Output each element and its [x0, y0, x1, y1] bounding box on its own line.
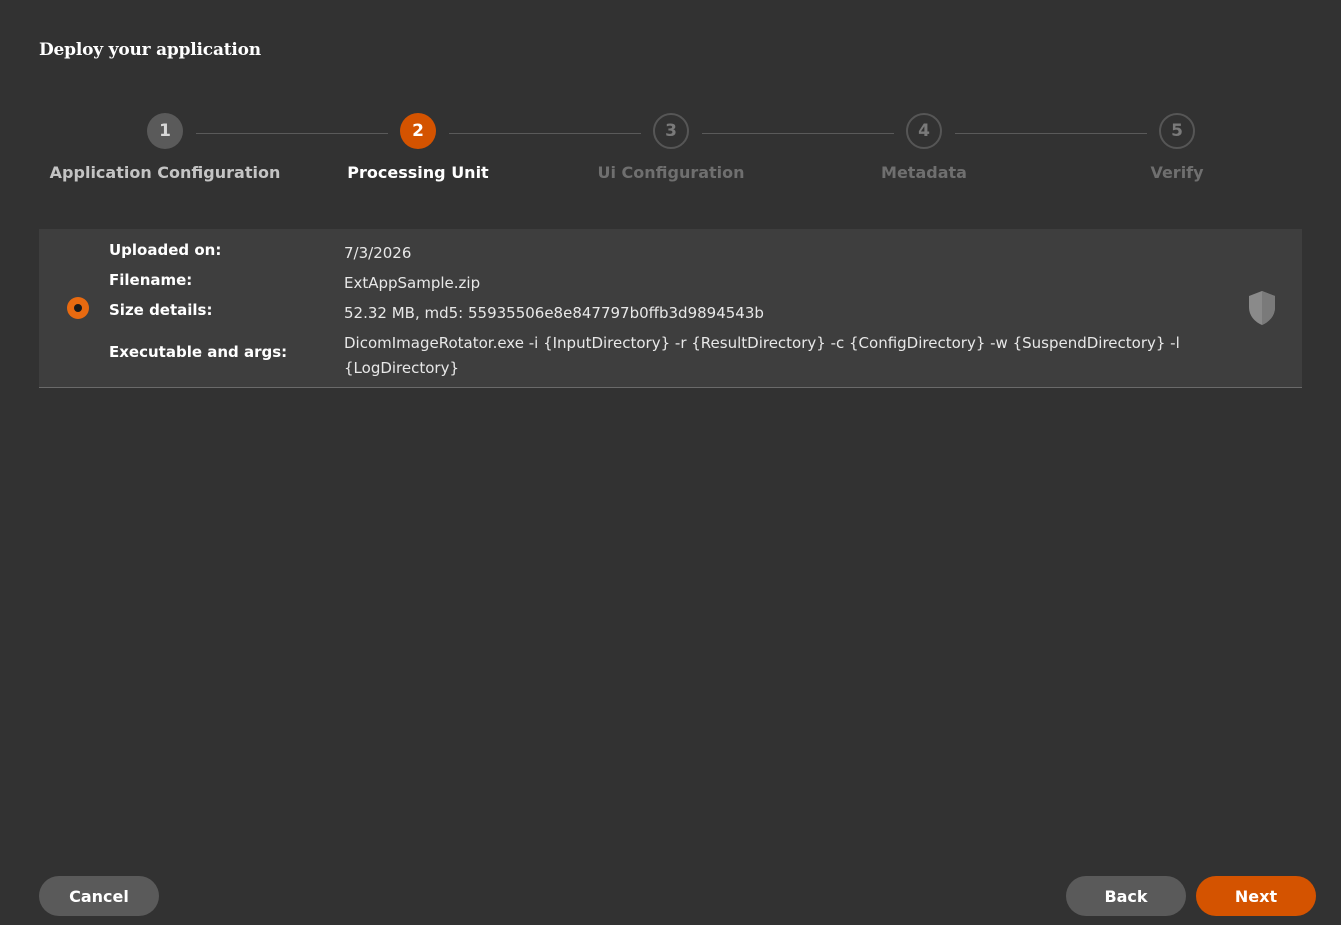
step-metadata: 4 Metadata	[804, 113, 1044, 182]
cancel-button[interactable]: Cancel	[39, 876, 159, 916]
filename-value: ExtAppSample.zip	[344, 274, 481, 292]
executable-args-label: Executable and args:	[109, 343, 288, 361]
uploaded-on-value: 7/3/2026	[344, 244, 412, 262]
step-label: Metadata	[881, 163, 967, 182]
radio-selected-dot	[74, 304, 82, 312]
filename-label: Filename:	[109, 271, 193, 289]
step-label: Verify	[1150, 163, 1204, 182]
next-button[interactable]: Next	[1196, 876, 1316, 916]
step-ui-configuration: 3 Ui Configuration	[551, 113, 791, 182]
stepper: 1 Application Configuration 2 Processing…	[0, 113, 1341, 203]
step-number: 2	[400, 113, 436, 149]
step-number: 5	[1159, 113, 1195, 149]
step-processing-unit[interactable]: 2 Processing Unit	[298, 113, 538, 182]
size-details-label: Size details:	[109, 301, 213, 319]
step-label: Processing Unit	[347, 163, 489, 182]
step-application-configuration[interactable]: 1 Application Configuration	[45, 113, 285, 182]
step-number: 1	[147, 113, 183, 149]
executable-args-value: DicomImageRotator.exe -i {InputDirectory…	[344, 334, 1180, 377]
step-number: 4	[906, 113, 942, 149]
step-label: Ui Configuration	[597, 163, 745, 182]
deploy-application-page: Deploy your application 1 Application Co…	[0, 0, 1341, 925]
step-number: 3	[653, 113, 689, 149]
page-title: Deploy your application	[39, 40, 261, 60]
size-details-value: 52.32 MB, md5: 55935506e8e847797b0ffb3d9…	[344, 304, 764, 322]
step-label: Application Configuration	[49, 163, 281, 182]
package-radio-button[interactable]	[67, 297, 89, 319]
processing-unit-card[interactable]: Uploaded on: 7/3/2026 Filename: ExtAppSa…	[39, 229, 1302, 388]
step-verify: 5 Verify	[1057, 113, 1297, 182]
uploaded-on-label: Uploaded on:	[109, 241, 222, 259]
shield-icon	[1249, 291, 1275, 325]
back-button[interactable]: Back	[1066, 876, 1186, 916]
